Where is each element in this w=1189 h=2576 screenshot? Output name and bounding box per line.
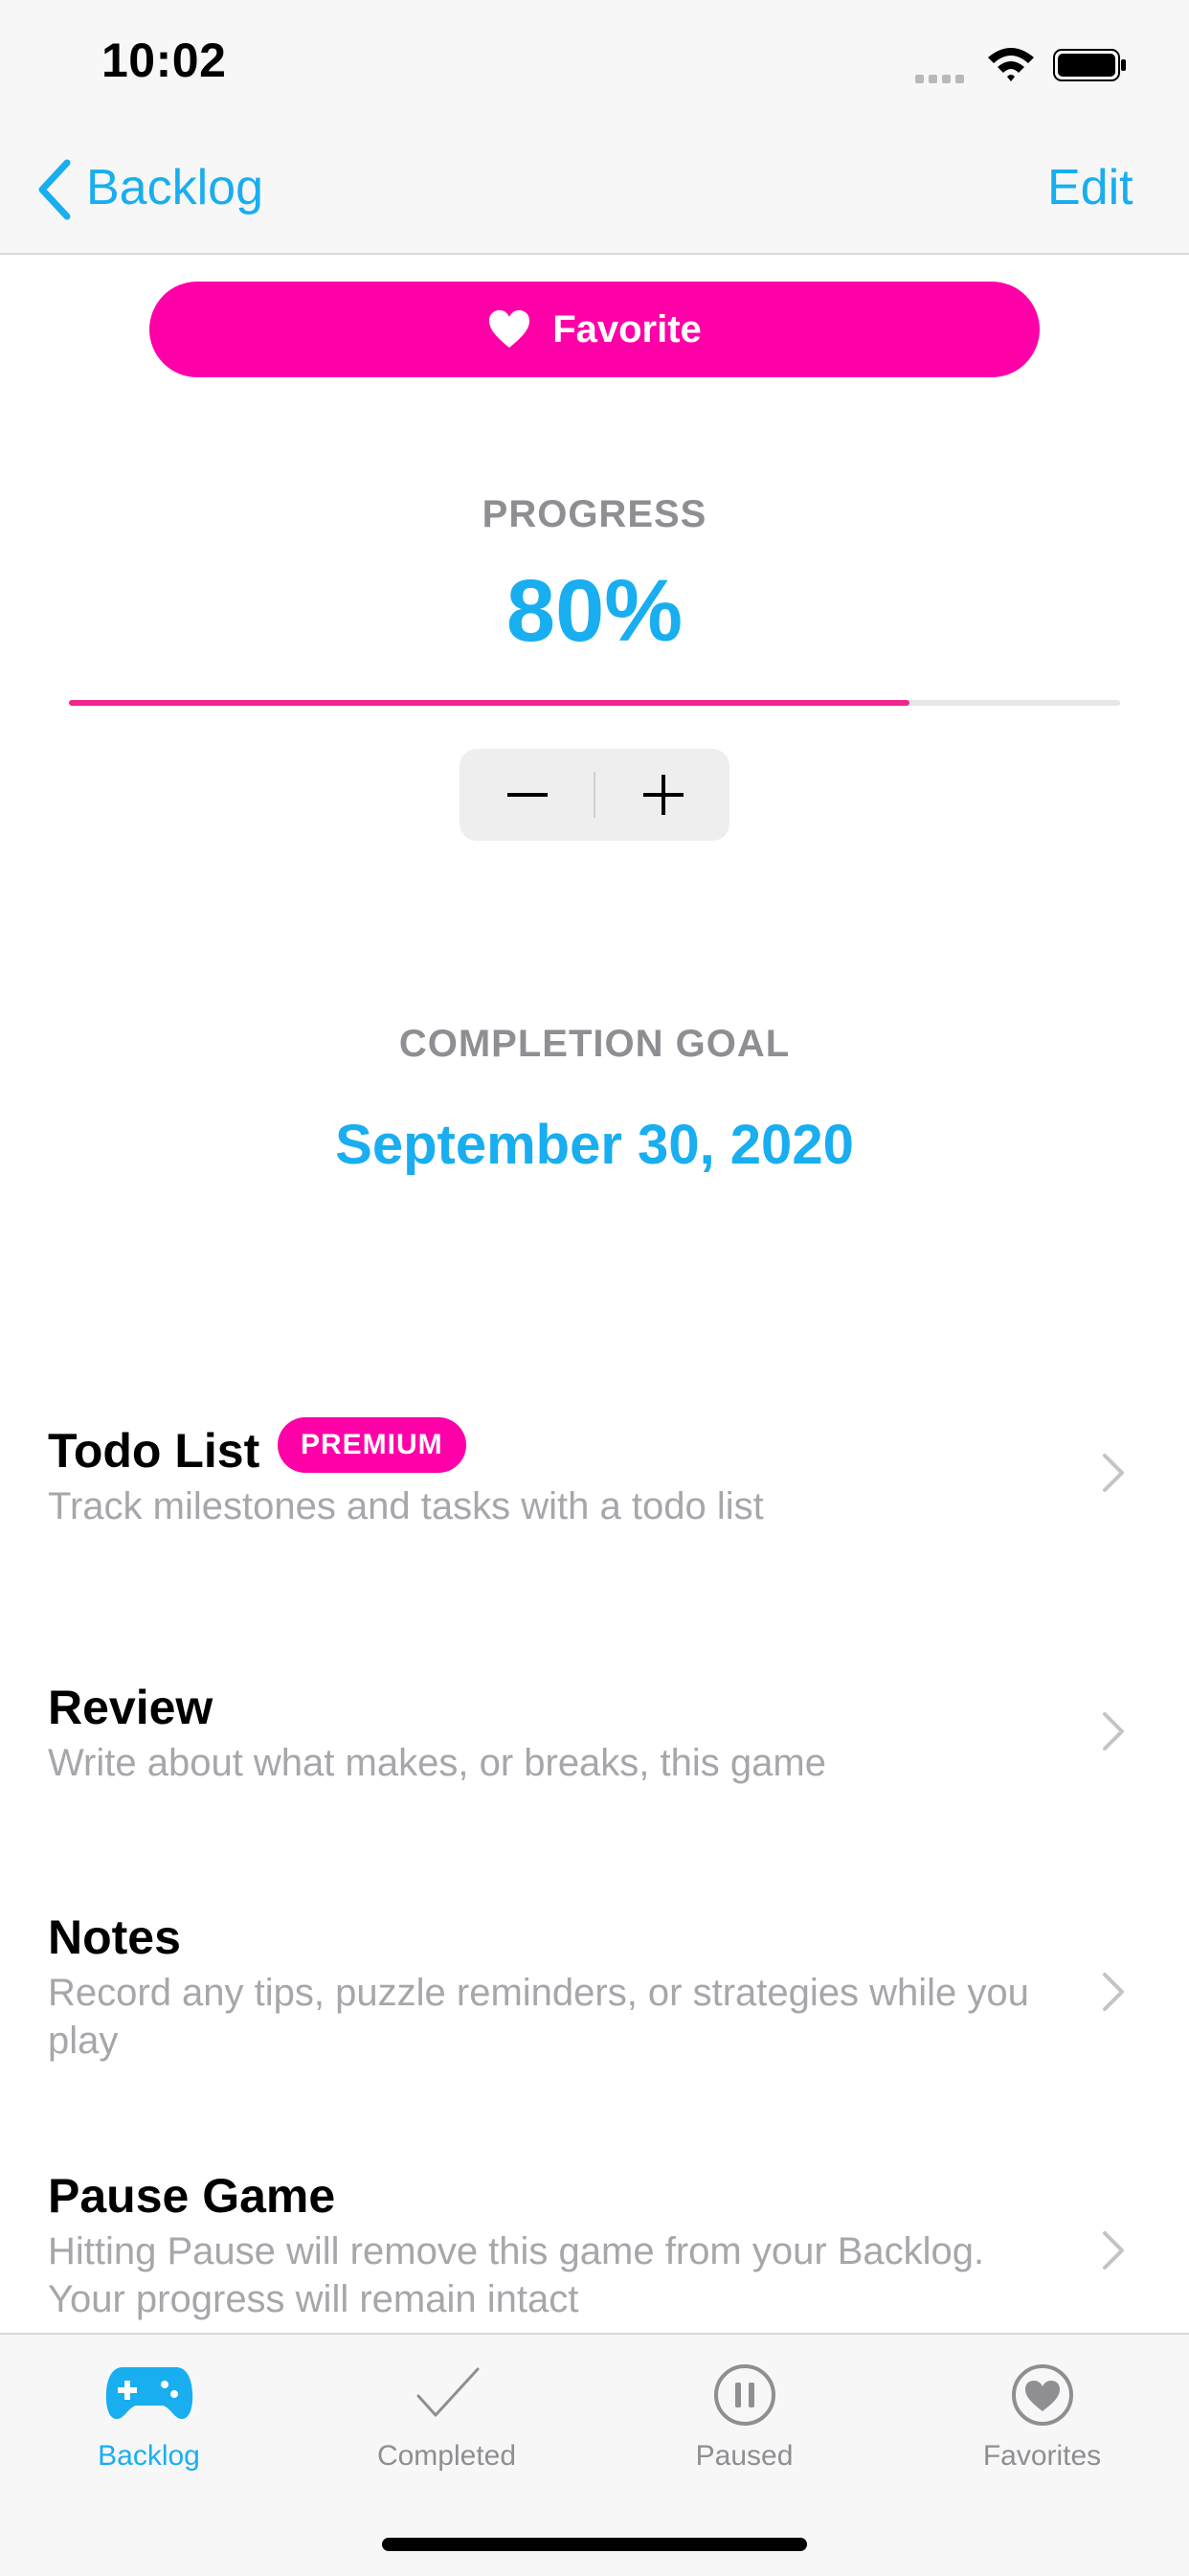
- notes-row[interactable]: Notes Record any tips, puzzle reminders,…: [0, 1896, 1189, 2088]
- chevron-left-icon: [38, 159, 71, 220]
- minus-icon: [507, 793, 548, 797]
- progress-bar: [69, 700, 1120, 706]
- heart-icon: [489, 310, 530, 348]
- heart-circle-icon: [1011, 2364, 1073, 2426]
- tab-favorites[interactable]: Favorites: [893, 2335, 1189, 2507]
- tab-backlog[interactable]: Backlog: [0, 2335, 298, 2507]
- progress-value: 80%: [505, 562, 684, 660]
- wifi-icon: [988, 48, 1034, 81]
- favorite-label: Favorite: [552, 307, 702, 350]
- chevron-right-icon: [1103, 2231, 1124, 2270]
- favorite-button[interactable]: Favorite: [149, 282, 1040, 377]
- tab-label: Completed: [376, 2440, 517, 2472]
- todo-list-row[interactable]: Todo List Track milestones and tasks wit…: [0, 1379, 1189, 1570]
- checkmark-icon: [416, 2367, 479, 2417]
- increment-button[interactable]: [595, 749, 729, 841]
- chevron-right-icon: [1103, 1973, 1124, 2011]
- row-subtitle: Track milestones and tasks with a todo l…: [48, 1485, 764, 1527]
- tab-label: Paused: [695, 2440, 794, 2472]
- gamepad-icon: [105, 2367, 192, 2419]
- decrement-button[interactable]: [460, 749, 594, 841]
- tab-label: Backlog: [98, 2440, 200, 2472]
- row-title: Notes: [48, 1910, 181, 1964]
- premium-badge: PREMIUM: [278, 1417, 466, 1473]
- back-label: Backlog: [86, 160, 263, 215]
- completion-goal-label: COMPLETION GOAL: [398, 1023, 791, 1065]
- edit-button[interactable]: Edit: [1047, 159, 1133, 216]
- pause-game-row[interactable]: Pause Game Hitting Pause will remove thi…: [0, 2155, 1189, 2333]
- progress-stepper: [460, 749, 729, 841]
- progress-bar-fill: [69, 700, 910, 706]
- cellular-signal-icon: [915, 71, 971, 83]
- chevron-right-icon: [1103, 1712, 1124, 1751]
- review-row[interactable]: Review Write about what makes, or breaks…: [0, 1647, 1189, 1839]
- status-time: 10:02: [101, 34, 227, 87]
- row-subtitle: Write about what makes, or breaks, this …: [48, 1742, 826, 1784]
- completion-goal-date[interactable]: September 30, 2020: [0, 1113, 1189, 1177]
- tab-completed[interactable]: Completed: [298, 2335, 595, 2507]
- tab-paused[interactable]: Paused: [595, 2335, 893, 2507]
- row-title: Review: [48, 1681, 213, 1734]
- back-button[interactable]: Backlog: [29, 144, 278, 239]
- row-title: Todo List: [48, 1424, 260, 1478]
- row-subtitle: Record any tips, puzzle reminders, or st…: [48, 1972, 1029, 2062]
- row-title: Pause Game: [48, 2169, 336, 2223]
- progress-label: PROGRESS: [482, 493, 707, 535]
- tab-label: Favorites: [982, 2440, 1102, 2472]
- home-indicator: [382, 2538, 807, 2551]
- pause-circle-icon: [713, 2364, 775, 2426]
- row-subtitle: Hitting Pause will remove this game from…: [48, 2230, 985, 2320]
- battery-icon: [1053, 49, 1126, 81]
- chevron-right-icon: [1103, 1454, 1124, 1492]
